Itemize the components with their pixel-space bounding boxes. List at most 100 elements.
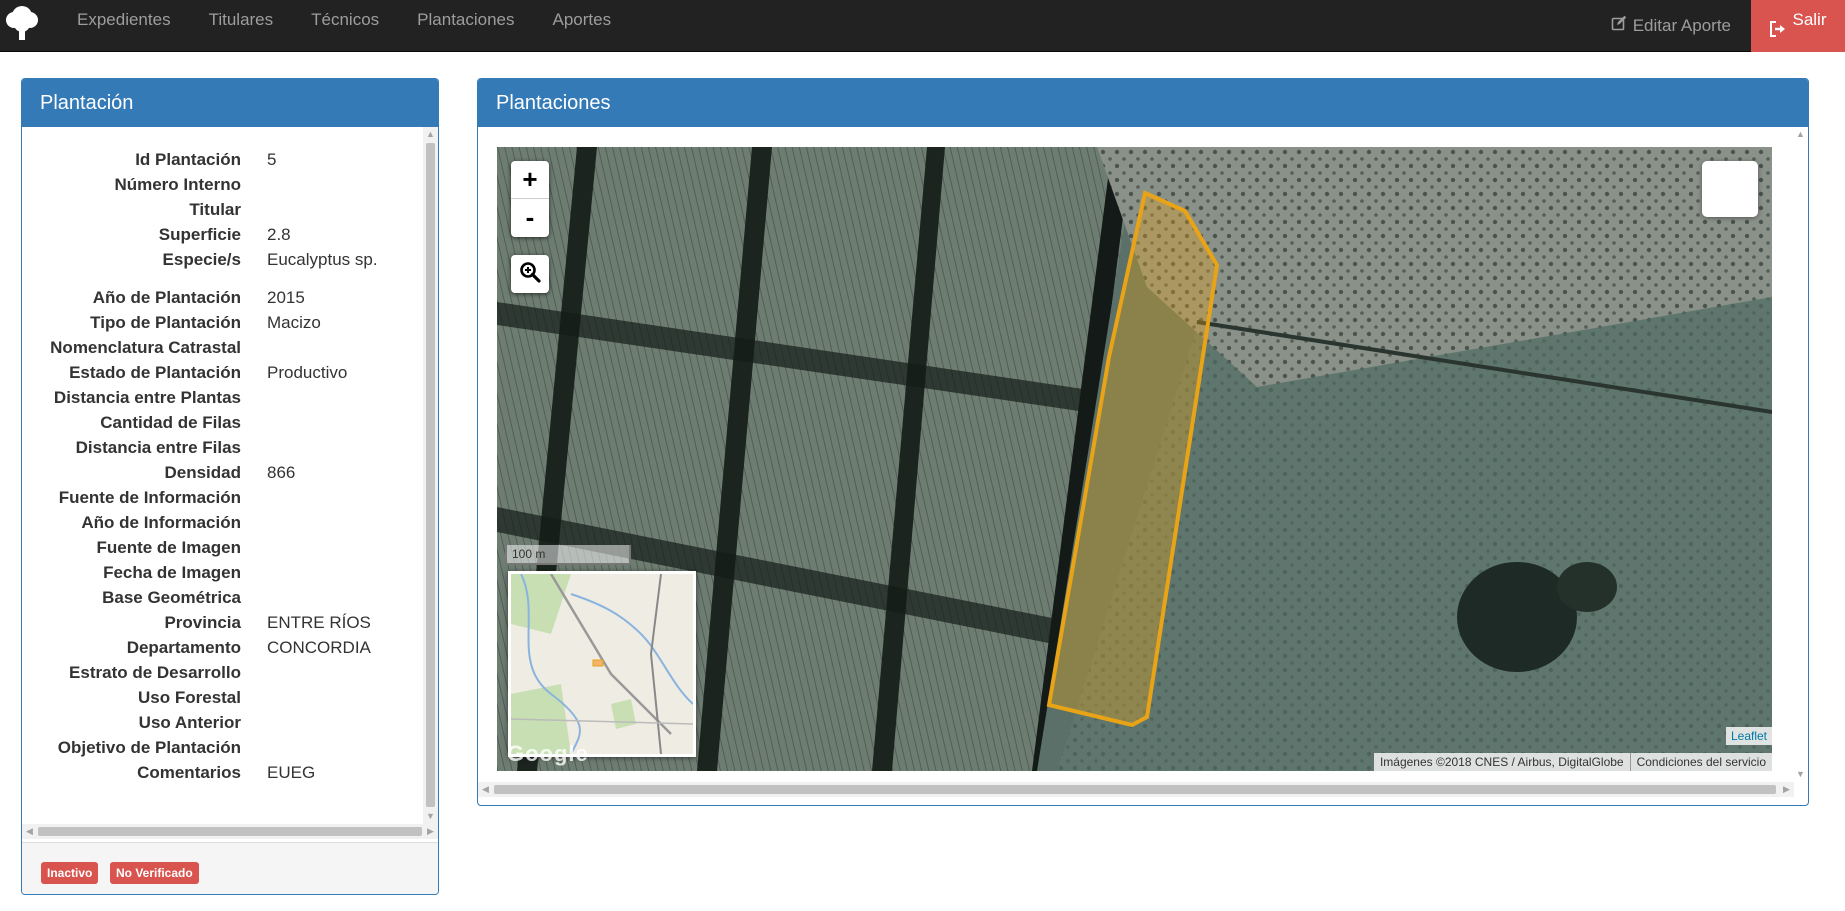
- scroll-left-arrow-icon[interactable]: ◀: [22, 824, 37, 839]
- field-value: 866: [267, 462, 296, 482]
- layers-control-button[interactable]: [1702, 161, 1758, 217]
- nav-item-tecnicos[interactable]: Técnicos: [292, 0, 398, 52]
- map-horizontal-scrollbar[interactable]: ◀ ▶: [478, 782, 1794, 797]
- field-row: Superficie 2.8: [22, 222, 422, 247]
- zoom-out-button[interactable]: -: [511, 199, 549, 237]
- field-row: Número Interno: [22, 172, 422, 197]
- field-row: Comentarios EUEG: [22, 760, 422, 785]
- details-list: Id Plantación 5 Número Interno Titular Su…: [22, 147, 422, 785]
- field-value: ENTRE RÍOS: [267, 612, 371, 632]
- map-attribution: Imágenes ©2018 CNES / Airbus, DigitalGlo…: [1373, 753, 1772, 771]
- field-row: Distancia entre Filas: [22, 435, 422, 460]
- terms-of-service-link[interactable]: Condiciones del servicio: [1629, 753, 1772, 771]
- field-label: Comentarios: [137, 762, 241, 782]
- field-label: Número Interno: [114, 174, 241, 194]
- scroll-up-arrow-icon[interactable]: ▲: [1793, 127, 1808, 142]
- field-row: Uso Anterior: [22, 710, 422, 735]
- field-row: Provincia ENTRE RÍOS: [22, 610, 422, 635]
- field-row: Base Geométrica: [22, 585, 422, 610]
- field-row: Cantidad de Filas: [22, 410, 422, 435]
- field-label: Id Plantación: [135, 149, 241, 169]
- plantation-details-panel: Plantación Id Plantación 5 Número Interno…: [21, 78, 439, 895]
- field-label: Año de Plantación: [92, 287, 241, 307]
- field-label: Cantidad de Filas: [100, 412, 241, 432]
- field-label: Distancia entre Plantas: [53, 387, 241, 407]
- google-watermark: Google: [507, 741, 589, 766]
- field-label: Fecha de Imagen: [103, 562, 241, 582]
- field-row: Fuente de Información: [22, 485, 422, 510]
- field-row: Año de Información: [22, 510, 422, 535]
- field-row: Fecha de Imagen: [22, 560, 422, 585]
- overview-minimap[interactable]: [508, 571, 696, 757]
- field-label: Densidad: [164, 462, 241, 482]
- zoom-magnifier-icon: [519, 261, 541, 288]
- field-value: Productivo: [267, 362, 348, 382]
- field-row: Tipo de Plantación Macizo: [22, 310, 422, 335]
- nav-item-plantaciones[interactable]: Plantaciones: [398, 0, 533, 52]
- field-row: Estado de Plantación Productivo: [22, 360, 422, 385]
- leaflet-link[interactable]: Leaflet: [1725, 727, 1772, 745]
- field-label: Uso Forestal: [138, 687, 241, 707]
- scroll-left-arrow-icon[interactable]: ◀: [478, 782, 493, 797]
- tree-logo-icon[interactable]: [4, 2, 40, 42]
- map-vertical-scrollbar[interactable]: ▲ ▼: [1793, 127, 1808, 782]
- field-value: EUEG: [267, 762, 316, 782]
- nav-item-expedientes[interactable]: Expedientes: [58, 0, 190, 52]
- details-footer: Inactivo No Verificado: [22, 842, 438, 894]
- satellite-map[interactable]: + - 100 m Google Leaflet Imágenes ©2018 …: [497, 147, 1772, 771]
- status-badge-inactive: Inactivo: [41, 862, 99, 884]
- zoom-box-button[interactable]: [511, 255, 549, 293]
- status-badge-unverified: No Verificado: [110, 862, 199, 884]
- field-label: Tipo de Plantación: [90, 312, 241, 332]
- field-label: Fuente de Información: [58, 487, 241, 507]
- field-row: Distancia entre Plantas: [22, 385, 422, 410]
- scroll-down-arrow-icon[interactable]: ▼: [423, 809, 438, 824]
- nav-item-aportes[interactable]: Aportes: [534, 0, 631, 52]
- scroll-right-arrow-icon[interactable]: ▶: [423, 824, 438, 839]
- edit-icon: [1611, 6, 1627, 46]
- field-label: Departamento: [126, 637, 241, 657]
- details-vertical-scrollbar[interactable]: ▲ ▼: [423, 127, 438, 824]
- field-row: Año de Plantación 2015: [22, 285, 422, 310]
- field-label: Año de Información: [81, 512, 241, 532]
- scroll-down-arrow-icon[interactable]: ▼: [1793, 767, 1808, 782]
- exit-button[interactable]: Salir: [1751, 0, 1845, 52]
- field-row: Densidad 866: [22, 460, 422, 485]
- field-label: Estrato de Desarrollo: [69, 662, 241, 682]
- field-value: Eucalyptus sp.: [267, 249, 378, 269]
- field-value: 2015: [267, 287, 305, 307]
- zoom-in-button[interactable]: +: [511, 161, 549, 199]
- field-value: 5: [267, 149, 277, 169]
- scroll-up-arrow-icon[interactable]: ▲: [423, 127, 438, 142]
- main-nav: Expedientes Titulares Técnicos Plantacio…: [58, 0, 630, 52]
- minimap-drawing: [511, 574, 693, 754]
- field-label: Especie/s: [162, 249, 241, 269]
- field-value: Macizo: [267, 312, 321, 332]
- scrollbar-thumb[interactable]: [494, 785, 1776, 794]
- field-label: Base Geométrica: [102, 587, 241, 607]
- field-row: Especie/s Eucalyptus sp.: [22, 247, 422, 272]
- details-scroll-area[interactable]: Id Plantación 5 Número Interno Titular Su…: [22, 127, 438, 827]
- sign-out-icon: [1769, 12, 1786, 52]
- top-navbar: Expedientes Titulares Técnicos Plantacio…: [0, 0, 1845, 52]
- field-label: Titular: [189, 199, 241, 219]
- field-value: CONCORDIA: [267, 637, 371, 657]
- map-scale-bar: 100 m: [505, 545, 631, 565]
- nav-item-titulares[interactable]: Titulares: [190, 0, 293, 52]
- details-horizontal-scrollbar[interactable]: ◀ ▶: [22, 824, 438, 839]
- zoom-control: + -: [511, 161, 549, 237]
- field-row: Fuente de Imagen: [22, 535, 422, 560]
- scrollbar-thumb[interactable]: [38, 827, 422, 836]
- field-label: Uso Anterior: [138, 712, 241, 732]
- field-row: Id Plantación 5: [22, 147, 422, 172]
- field-label: Superficie: [158, 224, 241, 244]
- field-label: Nomenclatura Catrastal: [50, 337, 241, 357]
- field-label: Estado de Plantación: [69, 362, 241, 382]
- imagery-attribution: Imágenes ©2018 CNES / Airbus, DigitalGlo…: [1379, 755, 1624, 769]
- scroll-right-arrow-icon[interactable]: ▶: [1779, 782, 1794, 797]
- edit-aporte-label: Editar Aporte: [1632, 16, 1731, 35]
- scrollbar-thumb[interactable]: [426, 143, 435, 807]
- edit-aporte-button[interactable]: Editar Aporte: [1591, 0, 1751, 52]
- exit-label: Salir: [1792, 10, 1827, 29]
- field-label: Provincia: [164, 612, 241, 632]
